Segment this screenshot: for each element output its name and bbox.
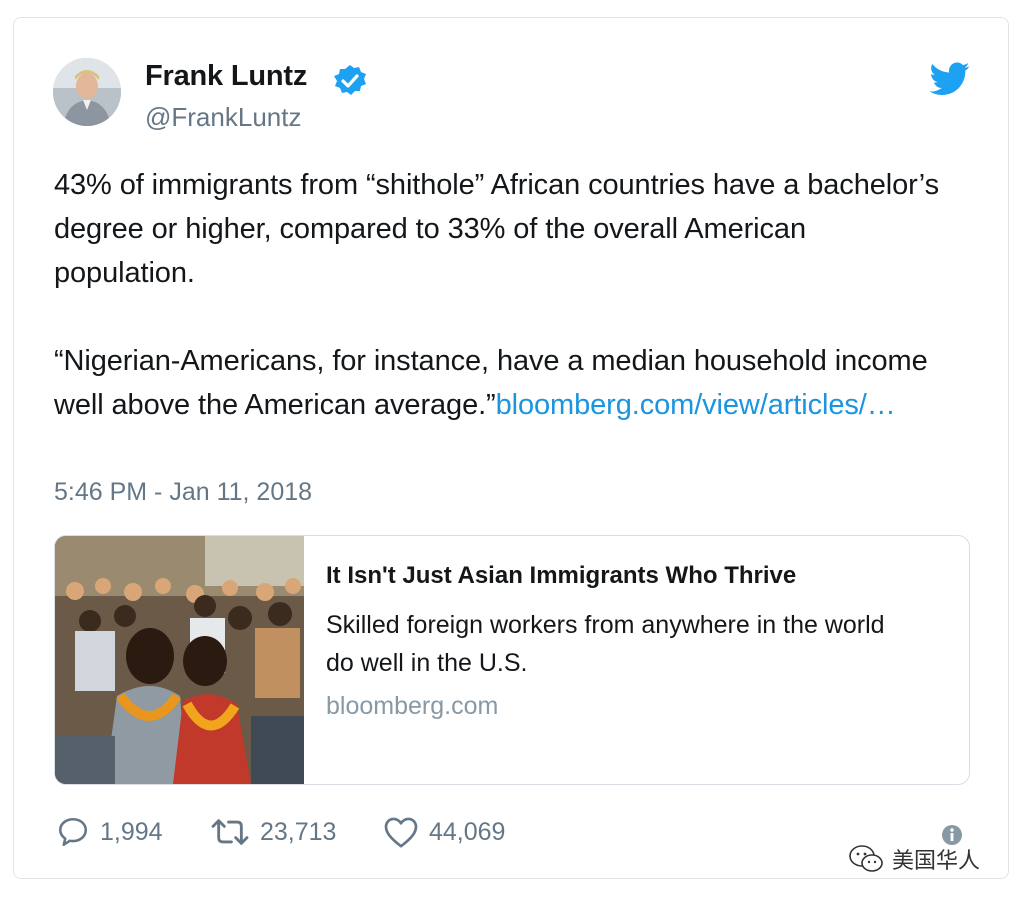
reply-count: 1,994 bbox=[100, 817, 163, 846]
author-handle[interactable]: @FrankLuntz bbox=[145, 102, 301, 133]
link-preview-card[interactable]: It Isn't Just Asian Immigrants Who Thriv… bbox=[54, 535, 970, 785]
retweet-count: 23,713 bbox=[260, 817, 337, 846]
reply-icon bbox=[58, 817, 88, 847]
reply-button[interactable]: 1,994 bbox=[56, 812, 163, 852]
avatar[interactable] bbox=[53, 58, 121, 126]
author-name[interactable]: Frank Luntz bbox=[145, 60, 307, 93]
link-card-domain: bloomberg.com bbox=[326, 692, 499, 720]
tweet-text: 43% of immigrants from “shithole” Africa… bbox=[54, 163, 954, 427]
watermark: 美国华人 bbox=[848, 843, 980, 875]
retweet-button[interactable]: 23,713 bbox=[210, 812, 336, 852]
watermark-text: 美国华人 bbox=[892, 848, 981, 873]
link-card-title[interactable]: It Isn't Just Asian Immigrants Who Thriv… bbox=[326, 562, 796, 590]
wechat-icon bbox=[849, 845, 883, 872]
heart-icon bbox=[384, 817, 418, 848]
twitter-bird-icon[interactable] bbox=[929, 62, 970, 96]
retweet-icon bbox=[211, 819, 249, 845]
verified-badge-icon bbox=[333, 64, 367, 98]
timestamp[interactable]: 5:46 PM - Jan 11, 2018 bbox=[54, 478, 312, 507]
tweet-paragraph-2: “Nigerian-Americans, for instance, have … bbox=[54, 339, 954, 427]
like-button[interactable]: 44,069 bbox=[383, 812, 505, 852]
link-card-image[interactable] bbox=[55, 536, 304, 784]
like-count: 44,069 bbox=[429, 817, 506, 846]
link-card-description: Skilled foreign workers from anywhere in… bbox=[326, 611, 885, 677]
tweet-paragraph-1: 43% of immigrants from “shithole” Africa… bbox=[54, 169, 939, 289]
tweet-link[interactable]: bloomberg.com/view/articles/… bbox=[496, 389, 896, 421]
